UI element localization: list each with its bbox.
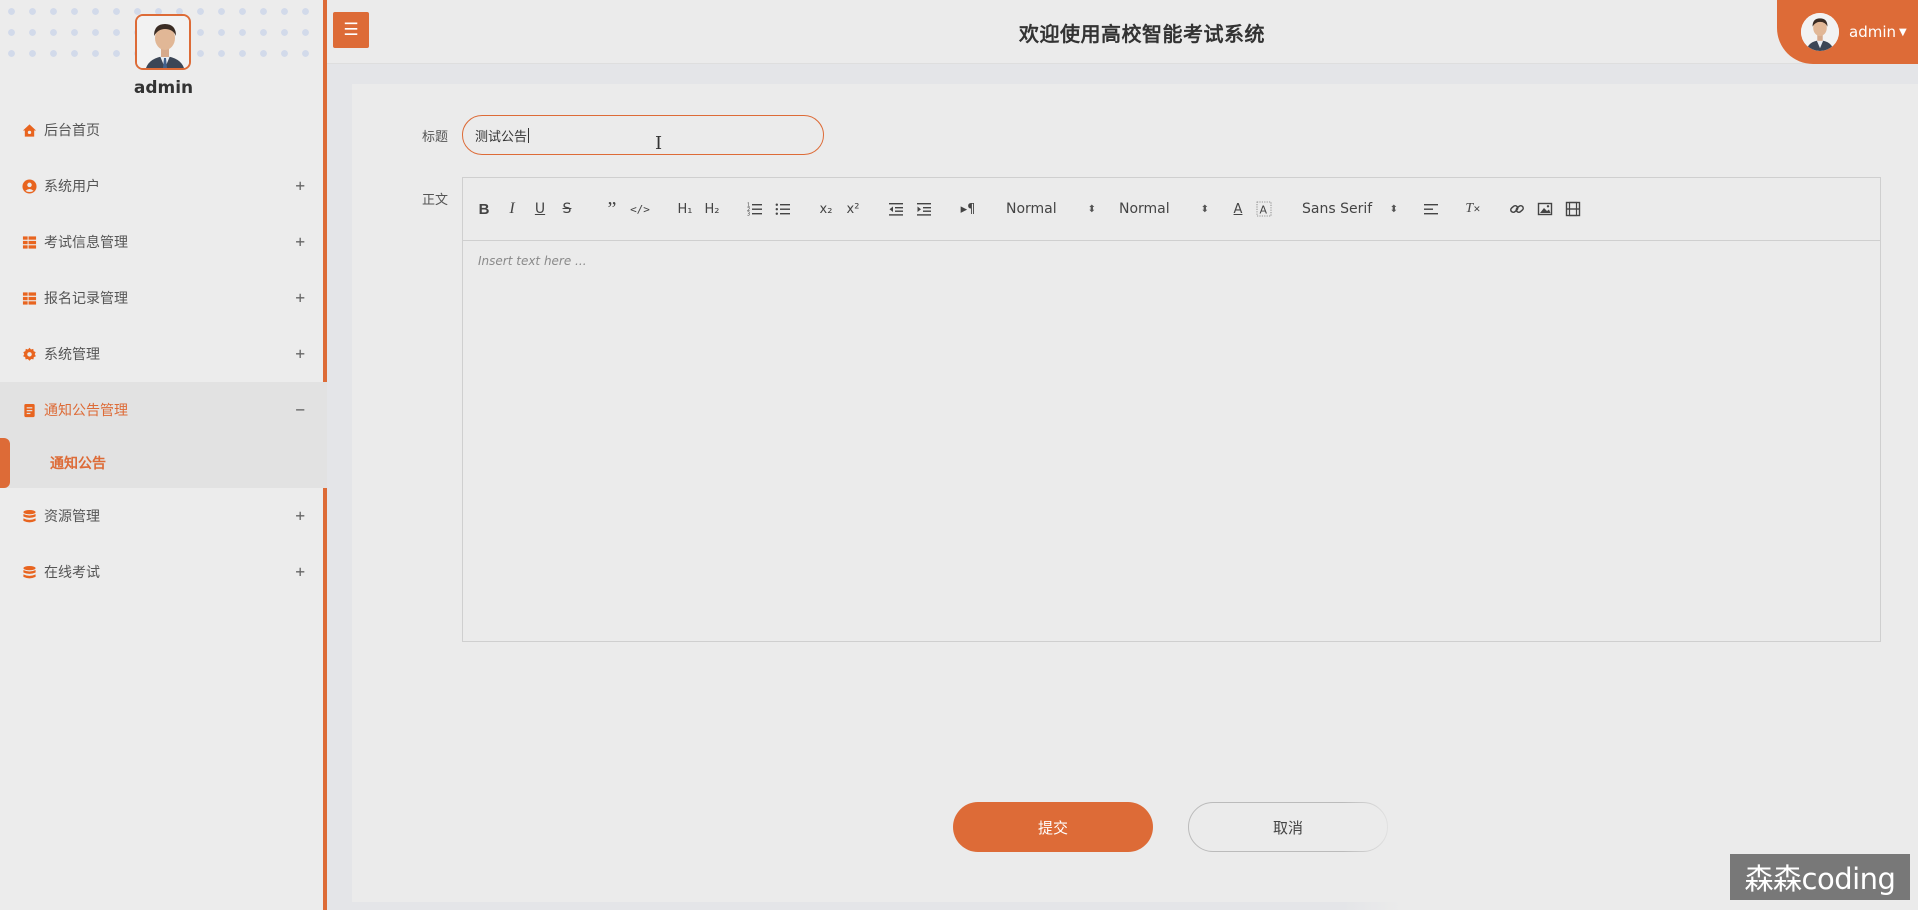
content-label: 正文 [422, 193, 449, 208]
editor-content-area[interactable]: Insert text here ... [463, 241, 1880, 281]
avatar-portrait-icon [1801, 13, 1839, 51]
user-name: admin [1849, 23, 1896, 41]
sidebar-item-label: 资源管理 [44, 509, 100, 525]
sidebar-item-notice-management[interactable]: 通知公告管理 − [0, 382, 327, 438]
user-circle-icon [22, 178, 37, 194]
bold-icon[interactable]: B [475, 199, 493, 219]
user-avatar [1801, 13, 1839, 51]
expand-icon[interactable]: + [295, 562, 305, 581]
updown-icon: ⬍ [1087, 203, 1096, 215]
mouse-ibeam-icon: I [655, 133, 663, 154]
sidebar-item-label: 报名记录管理 [44, 291, 128, 307]
superscript-icon[interactable]: x² [843, 199, 863, 219]
font-family-select[interactable]: Sans Serif ⬍ [1302, 199, 1398, 219]
clear-format-icon[interactable]: T ✕ [1463, 199, 1483, 219]
top-header: ☰ 欢迎使用高校智能考试系统 admin ▼ [327, 0, 1918, 64]
header-select[interactable]: Normal ⬍ [1006, 199, 1096, 219]
sidebar-subitem-label: 通知公告 [50, 456, 106, 472]
title-input-value: 测试公告 [475, 129, 528, 145]
sidebar-item-home[interactable]: 后台首页 [0, 102, 327, 158]
italic-icon[interactable]: I [503, 199, 521, 219]
header-select-value: Normal [1006, 201, 1057, 217]
link-icon[interactable] [1507, 199, 1527, 219]
document-icon [22, 403, 37, 418]
heading2-icon[interactable]: H₂ [701, 199, 723, 219]
database-icon [22, 509, 37, 524]
sidebar: admin 后台首页 系统用户 + 考试信息管理 + 报名记录管理 + 系统管理… [0, 0, 327, 910]
align-icon[interactable] [1421, 199, 1441, 219]
video-icon[interactable] [1563, 199, 1583, 219]
sidebar-item-label: 后台首页 [44, 123, 100, 139]
database-icon [22, 565, 37, 580]
subscript-icon[interactable]: x₂ [816, 199, 836, 219]
gear-icon [22, 347, 37, 362]
collapse-icon[interactable]: − [295, 400, 305, 419]
expand-icon[interactable]: + [295, 232, 305, 251]
indent-icon[interactable] [914, 199, 934, 219]
svg-text:A: A [1260, 204, 1268, 217]
font-family-select-value: Sans Serif [1302, 201, 1373, 217]
font-color-icon[interactable]: A [1229, 199, 1247, 219]
sidebar-item-exam-info[interactable]: 考试信息管理 + [0, 214, 327, 270]
heading1-icon[interactable]: H₁ [674, 199, 696, 219]
sidebar-item-registration[interactable]: 报名记录管理 + [0, 270, 327, 326]
expand-icon[interactable]: + [295, 344, 305, 363]
sidebar-item-label: 系统用户 [44, 179, 100, 195]
editor-toolbar: B I U S ” </> H₁ H₂ 123 x₂ x² ▸¶ Normal ⬍… [463, 178, 1880, 241]
outdent-icon[interactable] [886, 199, 906, 219]
ordered-list-icon[interactable]: 123 [745, 199, 765, 219]
background-color-icon[interactable]: A [1255, 199, 1273, 219]
sidebar-item-resource-management[interactable]: 资源管理 + [0, 488, 327, 544]
expand-icon[interactable]: + [295, 288, 305, 307]
blockquote-icon[interactable]: ” [603, 198, 621, 220]
title-label: 标题 [422, 130, 449, 145]
avatar-portrait-icon [137, 16, 189, 68]
updown-icon: ⬍ [1200, 203, 1209, 215]
rich-text-editor: B I U S ” </> H₁ H₂ 123 x₂ x² ▸¶ Normal ⬍… [462, 177, 1881, 642]
page-title: 欢迎使用高校智能考试系统 [1019, 22, 1265, 46]
sidebar-item-online-exam[interactable]: 在线考试 + [0, 544, 327, 600]
cancel-button[interactable]: 取消 [1188, 802, 1388, 852]
code-block-icon[interactable]: </> [630, 199, 650, 219]
watermark: 森森coding [1730, 854, 1910, 900]
updown-icon: ⬍ [1389, 203, 1398, 215]
sidebar-item-label: 考试信息管理 [44, 235, 128, 251]
title-input[interactable]: 测试公告 [462, 115, 824, 155]
sidebar-item-label: 在线考试 [44, 565, 100, 581]
home-icon [22, 123, 37, 138]
editor-placeholder: Insert text here ... [478, 254, 587, 268]
sidebar-item-label: 通知公告管理 [44, 403, 128, 419]
sidebar-item-label: 系统管理 [44, 347, 100, 363]
grid-icon [22, 291, 37, 306]
expand-icon[interactable]: + [295, 506, 305, 525]
submit-button[interactable]: 提交 [953, 802, 1153, 852]
grid-icon [22, 235, 37, 250]
sidebar-item-system-management[interactable]: 系统管理 + [0, 326, 327, 382]
active-indicator [0, 438, 10, 488]
sidebar-item-system-users[interactable]: 系统用户 + [0, 158, 327, 214]
svg-text:3: 3 [747, 212, 750, 218]
sidebar-menu: 后台首页 系统用户 + 考试信息管理 + 报名记录管理 + 系统管理 + 通知公… [0, 102, 327, 600]
bullet-list-icon[interactable] [773, 199, 793, 219]
text-direction-icon[interactable]: ▸¶ [957, 199, 979, 219]
underline-icon[interactable]: U [531, 199, 549, 219]
strikethrough-icon[interactable]: S [558, 199, 576, 219]
size-select[interactable]: Normal ⬍ [1119, 199, 1209, 219]
chevron-down-icon: ▼ [1899, 26, 1907, 38]
image-icon[interactable] [1535, 199, 1555, 219]
avatar[interactable] [135, 14, 191, 70]
size-select-value: Normal [1119, 201, 1170, 217]
text-cursor [528, 127, 530, 143]
user-menu[interactable]: admin ▼ [1777, 0, 1918, 64]
sidebar-subitem-notice[interactable]: 通知公告 [0, 438, 327, 488]
sidebar-username: admin [133, 78, 194, 98]
expand-icon[interactable]: + [295, 176, 305, 195]
